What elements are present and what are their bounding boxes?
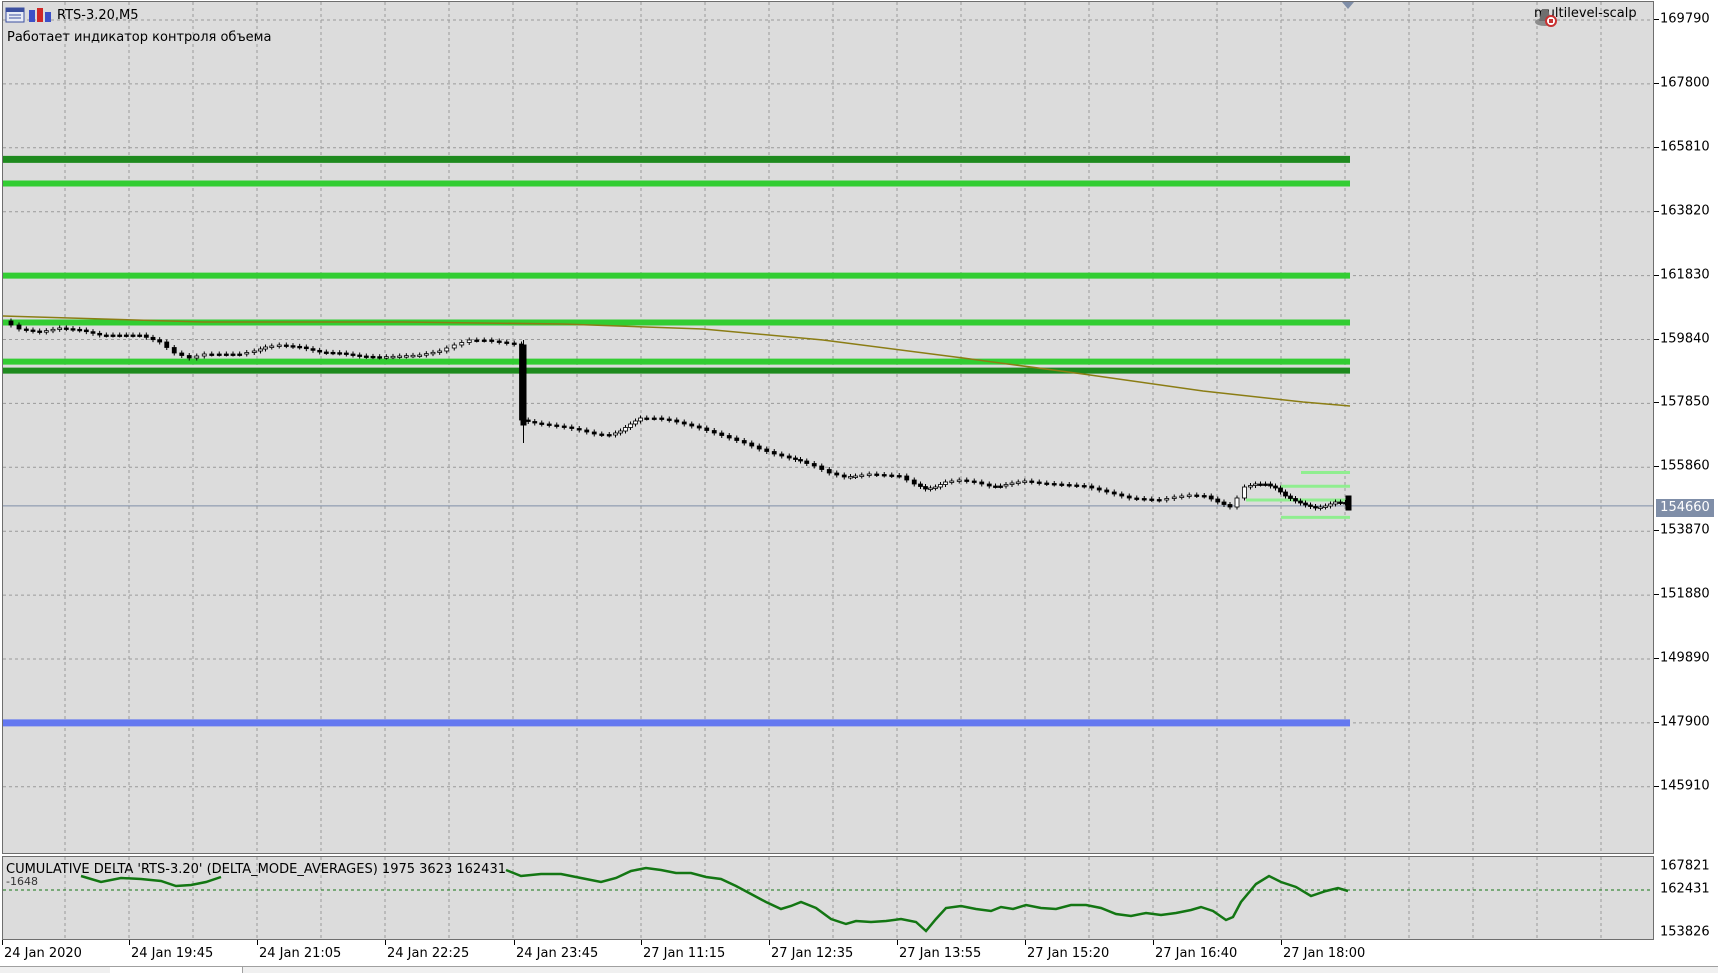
- time-axis-tick: [257, 940, 258, 945]
- price-axis-tick: [1654, 594, 1659, 596]
- indicator-title: CUMULATIVE DELTA 'RTS-3.20' (DELTA_MODE_…: [6, 862, 506, 877]
- price-axis-label: 167800: [1660, 75, 1710, 91]
- price-axis-label: 165810: [1660, 139, 1710, 155]
- price-axis-label: 149890: [1660, 650, 1710, 666]
- price-axis-tick: [1654, 82, 1659, 84]
- delta-line: [505, 866, 1349, 933]
- price-axis-tick: [1654, 402, 1659, 404]
- price-axis-label: 161830: [1660, 267, 1710, 283]
- price-chart-svg: [3, 2, 1653, 853]
- time-axis-tick: [769, 940, 770, 945]
- price-axis-label: 147900: [1660, 714, 1710, 730]
- chart-tab-active[interactable]: [110, 967, 243, 973]
- indicator-axis-label: 153826: [1660, 924, 1710, 940]
- time-axis-tick: [514, 940, 515, 945]
- chart-title-row: RTS-3.20,M5: [5, 6, 139, 24]
- time-axis-label: 24 Jan 21:05: [259, 946, 342, 961]
- time-axis-tick: [641, 940, 642, 945]
- time-axis-label: 24 Jan 22:25: [387, 946, 470, 961]
- delta-line: [80, 874, 222, 888]
- time-axis-tick: [385, 940, 386, 945]
- main-chart-area[interactable]: [2, 1, 1654, 854]
- indicator-axis-label: 162431: [1660, 881, 1710, 897]
- indicator-status-text: Работает индикатор контроля объема: [7, 30, 272, 45]
- price-axis-label: 157850: [1660, 394, 1710, 410]
- price-axis-tick: [1654, 274, 1659, 276]
- bars-icon[interactable]: [28, 7, 51, 23]
- price-axis-label: 169790: [1660, 11, 1710, 27]
- current-price-tag: 154660: [1656, 499, 1714, 517]
- time-axis-label: 24 Jan 19:45: [131, 946, 214, 961]
- price-axis-tick: [1654, 146, 1659, 148]
- price-axis-tick: [1654, 658, 1659, 659]
- price-axis-label: 151880: [1660, 586, 1710, 602]
- expert-advisor-label[interactable]: multilevel-scalp: [1534, 6, 1641, 27]
- time-axis-tick: [1153, 940, 1154, 945]
- price-axis-label: 163820: [1660, 203, 1710, 219]
- time-axis-label: 27 Jan 13:55: [899, 946, 982, 961]
- price-axis-tick: [1654, 785, 1659, 787]
- time-axis-label: 27 Jan 12:35: [771, 946, 854, 961]
- symbol-label: RTS-3.20,M5: [57, 7, 139, 23]
- price-axis-tick: [1654, 19, 1659, 20]
- time-axis-label: 27 Jan 15:20: [1027, 946, 1110, 961]
- indicator-value: -1648: [6, 875, 38, 888]
- price-axis-label: 155860: [1660, 458, 1710, 474]
- chart-window: RTS-3.20,M5 Работает индикатор контроля …: [0, 0, 1718, 973]
- time-axis-tick: [129, 940, 130, 945]
- price-axis-tick: [1654, 721, 1659, 723]
- time-axis-tick: [1025, 940, 1026, 945]
- time-axis-tick: [2, 940, 3, 945]
- chart-tab[interactable]: [0, 967, 111, 973]
- price-axis-tick: [1654, 530, 1659, 532]
- candles: [8, 318, 1352, 511]
- indicator-axis-label: 167821: [1660, 858, 1710, 874]
- time-axis-label: 27 Jan 11:15: [643, 946, 726, 961]
- time-axis-label: 27 Jan 18:00: [1283, 946, 1366, 961]
- price-axis-label: 153870: [1660, 522, 1710, 538]
- time-axis-label: 24 Jan 23:45: [516, 946, 599, 961]
- time-axis-label: 27 Jan 16:40: [1155, 946, 1238, 961]
- time-axis-label: 24 Jan 2020: [4, 946, 82, 961]
- price-axis-tick: [1654, 210, 1659, 212]
- price-axis-tick: [1654, 338, 1659, 340]
- price-axis-label: 145910: [1660, 778, 1710, 794]
- chart-shift-marker-icon[interactable]: [1342, 2, 1354, 9]
- time-axis-tick: [1281, 940, 1282, 945]
- chart-window-icon[interactable]: [5, 7, 25, 23]
- price-axis-tick: [1654, 466, 1659, 468]
- price-axis-label: 159840: [1660, 331, 1710, 346]
- time-axis-tick: [897, 940, 898, 945]
